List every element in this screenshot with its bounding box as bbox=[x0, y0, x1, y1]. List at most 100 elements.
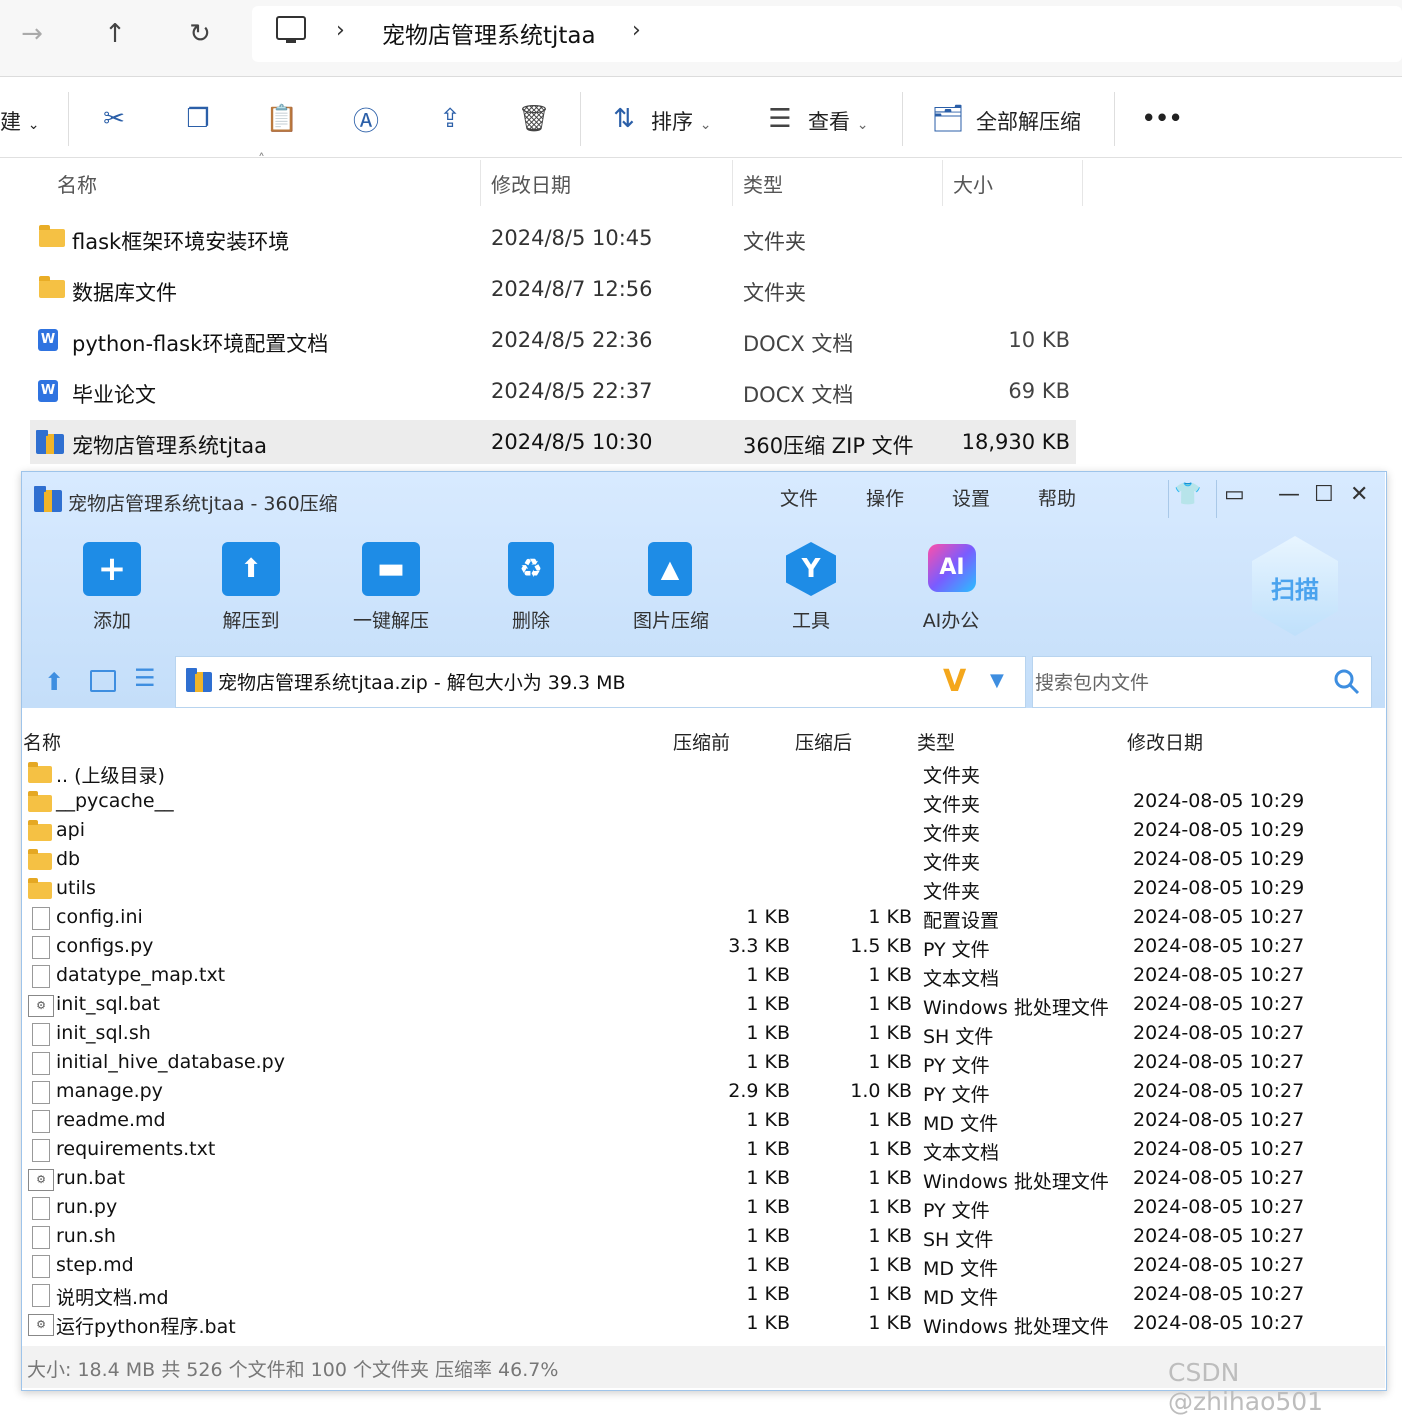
zip-file-row[interactable] bbox=[22, 759, 1385, 788]
view-icon[interactable]: ☰ bbox=[762, 100, 798, 138]
ai-office-icon[interactable]: AI bbox=[928, 544, 976, 592]
chevron-right-icon[interactable]: › bbox=[632, 18, 641, 43]
sort-button[interactable]: 排序 ⌄ bbox=[651, 106, 711, 136]
minimize-icon[interactable]: — bbox=[1278, 482, 1300, 507]
column-divider[interactable] bbox=[480, 160, 481, 206]
column-header-name[interactable]: 名称 bbox=[57, 169, 97, 198]
explorer-file-name[interactable]: 毕业论文 bbox=[72, 379, 156, 409]
menu-operation[interactable]: 操作 bbox=[866, 484, 904, 511]
delete-button[interactable]: 删除 bbox=[471, 606, 591, 633]
add-icon[interactable]: + bbox=[83, 542, 141, 596]
refresh-icon[interactable]: ↻ bbox=[180, 14, 220, 54]
zip-file-date: 2024-08-05 10:29 bbox=[1133, 848, 1305, 870]
zip-column-type[interactable]: 类型 bbox=[917, 728, 955, 755]
zip-file-name[interactable]: configs.py bbox=[56, 935, 153, 957]
column-divider[interactable] bbox=[732, 160, 733, 206]
zip-file-type: PY 文件 bbox=[923, 939, 990, 961]
thumbnail-view-icon[interactable] bbox=[90, 670, 116, 692]
menu-help[interactable]: 帮助 bbox=[1038, 484, 1076, 511]
tools-button[interactable]: 工具 bbox=[751, 606, 871, 633]
zip-file-name[interactable]: 运行python程序.bat bbox=[56, 1312, 236, 1339]
parent-dir-up-icon[interactable]: ⬆ bbox=[44, 668, 64, 696]
delete-trash-icon[interactable]: ♻ bbox=[508, 542, 554, 596]
column-header-date[interactable]: 修改日期 bbox=[491, 169, 571, 198]
menu-settings[interactable]: 设置 bbox=[952, 484, 990, 511]
vip-v-icon[interactable]: V bbox=[943, 664, 966, 699]
zip-file-name[interactable]: run.py bbox=[56, 1196, 117, 1218]
zip-file-name[interactable]: init_sql.bat bbox=[56, 993, 160, 1015]
zip-column-name[interactable]: 名称 bbox=[23, 728, 61, 755]
zip-file-name[interactable]: requirements.txt bbox=[56, 1138, 215, 1160]
one-click-extract-button[interactable]: 一键解压 bbox=[331, 606, 451, 633]
zip-file-name[interactable]: readme.md bbox=[56, 1109, 166, 1131]
zip-file-name[interactable]: step.md bbox=[56, 1254, 134, 1276]
explorer-file-name[interactable]: 宠物店管理系统tjtaa bbox=[72, 430, 267, 460]
zip-file-after: 1 KB bbox=[868, 1254, 912, 1276]
batch-file-icon: ⚙ bbox=[28, 995, 54, 1017]
extract-to-icon[interactable]: ⬆ bbox=[222, 542, 280, 596]
ai-office-button[interactable]: AI办公 bbox=[891, 606, 1011, 633]
new-button[interactable]: 建 ⌄ bbox=[0, 106, 39, 136]
address-path[interactable]: 宠物店管理系统tjtaa bbox=[382, 16, 596, 50]
explorer-file-name[interactable]: python-flask环境配置文档 bbox=[72, 328, 328, 358]
document-icon bbox=[32, 1284, 50, 1307]
extract-to-button[interactable]: 解压到 bbox=[191, 606, 311, 633]
search-icon[interactable] bbox=[1333, 668, 1361, 696]
sort-icon[interactable]: ⇅ bbox=[606, 100, 642, 138]
zip-file-name[interactable]: init_sql.sh bbox=[56, 1022, 151, 1044]
zip-file-name[interactable]: db bbox=[56, 848, 80, 870]
zip-column-date[interactable]: 修改日期 bbox=[1127, 728, 1203, 755]
zip-file-before: 1 KB bbox=[746, 1283, 790, 1305]
extract-all-button[interactable]: 全部解压缩 bbox=[976, 106, 1081, 136]
feedback-icon[interactable]: ▭ bbox=[1224, 482, 1245, 507]
column-divider[interactable] bbox=[942, 160, 943, 206]
toolbar-divider bbox=[902, 92, 903, 146]
zip-file-name[interactable]: 说明文档.md bbox=[56, 1283, 169, 1310]
one-click-extract-icon[interactable]: ▬ bbox=[362, 542, 420, 596]
explorer-file-name[interactable]: 数据库文件 bbox=[72, 277, 177, 307]
share-icon[interactable]: ⇪ bbox=[432, 100, 468, 138]
folder-icon bbox=[28, 820, 52, 841]
zip-file-name[interactable]: manage.py bbox=[56, 1080, 163, 1102]
maximize-icon[interactable]: ☐ bbox=[1314, 482, 1334, 507]
extract-all-icon[interactable]: 🗂 bbox=[930, 100, 966, 138]
delete-icon[interactable]: 🗑 bbox=[516, 100, 552, 138]
paste-icon[interactable]: 📋 bbox=[264, 100, 300, 138]
zip-file-before: 1 KB bbox=[746, 1167, 790, 1189]
chevron-right-icon[interactable]: › bbox=[336, 18, 345, 43]
view-button[interactable]: 查看 ⌄ bbox=[808, 106, 868, 136]
zip-file-name[interactable]: utils bbox=[56, 877, 96, 899]
zip-column-before[interactable]: 压缩前 bbox=[673, 728, 730, 755]
zip-column-after[interactable]: 压缩后 bbox=[795, 728, 852, 755]
rename-icon[interactable]: Ⓐ bbox=[348, 100, 384, 138]
up-arrow-icon[interactable]: ↑ bbox=[95, 14, 135, 54]
document-icon bbox=[32, 965, 50, 988]
image-compress-button[interactable]: 图片压缩 bbox=[611, 606, 731, 633]
zip-file-name[interactable]: initial_hive_database.py bbox=[56, 1051, 285, 1073]
image-compress-icon[interactable]: ▲ bbox=[648, 542, 692, 596]
copy-icon[interactable]: ❐ bbox=[180, 100, 216, 138]
this-pc-icon[interactable] bbox=[276, 16, 306, 43]
explorer-file-name[interactable]: flask框架环境安装环境 bbox=[72, 226, 289, 256]
zip-file-name[interactable]: .. (上级目录) bbox=[56, 761, 165, 788]
zip-file-name[interactable]: run.bat bbox=[56, 1167, 125, 1189]
zip-file-name[interactable]: datatype_map.txt bbox=[56, 964, 225, 986]
zip-file-name[interactable]: config.ini bbox=[56, 906, 143, 928]
path-dropdown-icon[interactable]: ▼ bbox=[990, 670, 1004, 691]
more-options-button[interactable]: ••• bbox=[1142, 106, 1182, 130]
zip-file-before: 1 KB bbox=[746, 906, 790, 928]
zip-file-name[interactable]: api bbox=[56, 819, 85, 841]
zip-file-name[interactable]: run.sh bbox=[56, 1225, 116, 1247]
close-icon[interactable]: ✕ bbox=[1350, 482, 1368, 507]
skin-shirt-icon[interactable]: 👕 bbox=[1174, 482, 1201, 507]
scan-button[interactable]: 扫描 bbox=[1252, 570, 1338, 605]
list-view-icon[interactable]: ☰ bbox=[134, 664, 156, 692]
cut-icon[interactable]: ✂ bbox=[96, 100, 132, 138]
add-button[interactable]: 添加 bbox=[52, 606, 172, 633]
column-header-size[interactable]: 大小 bbox=[953, 169, 993, 198]
column-divider[interactable] bbox=[1082, 160, 1083, 206]
zip-file-name[interactable]: __pycache__ bbox=[56, 790, 174, 812]
column-header-type[interactable]: 类型 bbox=[743, 169, 783, 198]
forward-arrow-icon[interactable]: → bbox=[12, 14, 52, 54]
menu-file[interactable]: 文件 bbox=[780, 484, 818, 511]
